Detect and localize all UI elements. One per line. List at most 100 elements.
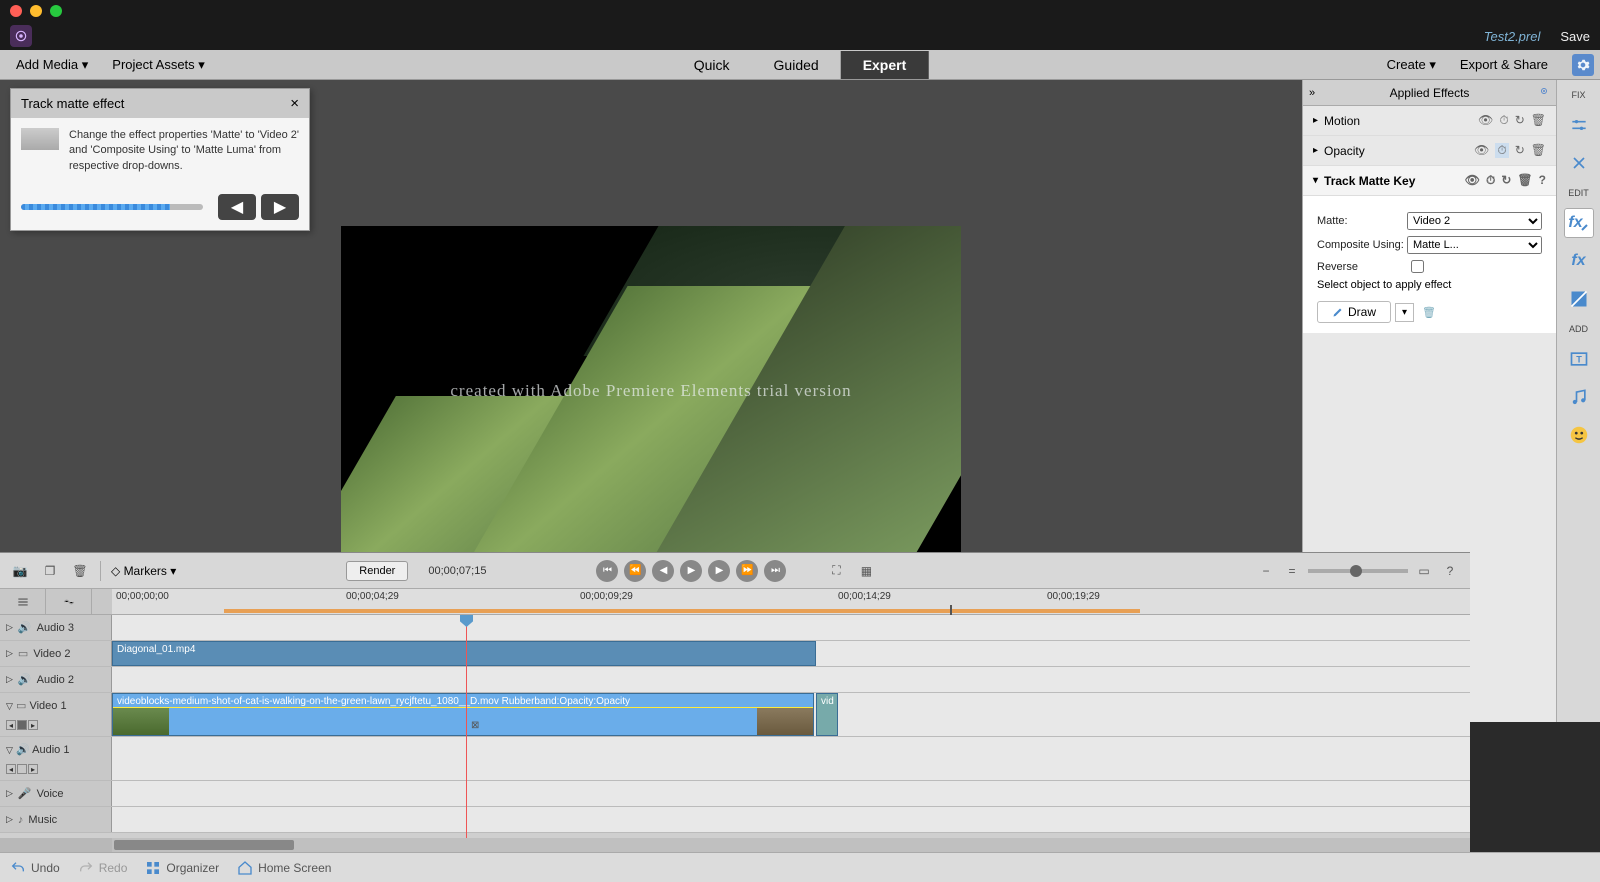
tab-expert[interactable]: Expert xyxy=(841,51,929,79)
play-icon[interactable]: ▶ xyxy=(680,560,702,582)
reverse-checkbox[interactable] xyxy=(1411,260,1424,273)
redo-button[interactable]: Redo xyxy=(78,860,128,876)
prev-frame-icon[interactable]: ◀ xyxy=(652,560,674,582)
keyframe-toggle-icon[interactable] xyxy=(1538,85,1550,100)
add-media-menu[interactable]: Add Media ▾ xyxy=(6,53,98,77)
stopwatch-icon[interactable]: ⏱ xyxy=(1486,173,1495,188)
document-filename: Test2.prel xyxy=(1484,29,1541,44)
track-video2[interactable]: ▷▭Video 2 xyxy=(0,641,112,666)
marker-line[interactable] xyxy=(950,605,952,615)
zoom-fit-icon[interactable]: = xyxy=(1282,561,1302,581)
undo-button[interactable]: Undo xyxy=(10,860,60,876)
trash-icon[interactable]: 🗑 xyxy=(1531,143,1546,158)
step-fwd-icon[interactable]: ⏩ xyxy=(736,560,758,582)
save-button[interactable]: Save xyxy=(1560,29,1590,44)
close-icon[interactable]: × xyxy=(290,95,299,112)
track-audio2[interactable]: ▷🔊Audio 2 xyxy=(0,667,112,692)
zoom-slider[interactable] xyxy=(1308,569,1408,573)
effect-track-matte-key[interactable]: ▾ Track Matte Key 👁 ⏱ ↻ 🗑 ? xyxy=(1303,166,1556,196)
track-audio1[interactable]: ▽ 🔊 Audio 1◂▸ xyxy=(0,737,112,780)
step-back-icon[interactable]: ⏪ xyxy=(624,560,646,582)
trash-icon[interactable]: 🗑 xyxy=(1517,173,1532,188)
timeline-panel: 📷 ❐ 🗑 ◇ Markers ▾ Render 00;00;07;15 ⏮ ⏪… xyxy=(0,552,1470,852)
create-menu[interactable]: Create ▾ xyxy=(1377,53,1446,77)
fullscreen-icon[interactable]: ⛶ xyxy=(826,561,846,581)
tab-quick[interactable]: Quick xyxy=(672,51,752,79)
adjust-icon[interactable] xyxy=(1564,110,1594,140)
effects-icon[interactable]: fx xyxy=(1564,208,1594,238)
window-traffic-lights[interactable] xyxy=(10,5,62,17)
time-ruler[interactable]: 00;00;00;00 00;00;04;29 00;00;09;29 00;0… xyxy=(112,589,1470,614)
composite-select[interactable]: Matte L... xyxy=(1407,236,1542,254)
graphics-icon[interactable] xyxy=(1564,420,1594,450)
music-icon[interactable] xyxy=(1564,382,1594,412)
clip-diagonal[interactable]: Diagonal_01.mp4 xyxy=(112,641,816,666)
tooltip-title: Track matte effect xyxy=(21,96,124,111)
preferences-icon[interactable] xyxy=(1572,54,1594,76)
safe-margins-icon[interactable]: ▦ xyxy=(856,561,876,581)
tab-guided[interactable]: Guided xyxy=(752,51,841,79)
clip-vid[interactable]: vid xyxy=(816,693,838,736)
stopwatch-icon[interactable]: ⏱ xyxy=(1499,113,1508,128)
tooltip-thumbnail xyxy=(21,128,59,150)
app-icon xyxy=(10,25,32,47)
tool-rail: FIX EDIT fx fx ADD T xyxy=(1556,80,1600,722)
draw-dropdown[interactable]: ▾ xyxy=(1395,303,1414,322)
effect-opacity[interactable]: ▸ Opacity 👁 ⏱ ↻ 🗑 xyxy=(1303,136,1556,166)
eye-icon[interactable]: 👁 xyxy=(1465,173,1480,188)
timeline-mode-2[interactable] xyxy=(46,589,92,614)
project-assets-menu[interactable]: Project Assets ▾ xyxy=(102,53,215,77)
matte-label: Matte: xyxy=(1317,215,1407,227)
track-video1[interactable]: ▽ ▭ Video 1◂▸ xyxy=(0,693,112,736)
panel-expand-icon[interactable]: » xyxy=(1309,87,1315,99)
program-monitor[interactable]: created with Adobe Premiere Elements tri… xyxy=(341,226,961,576)
zoom-out-icon[interactable]: − xyxy=(1256,561,1276,581)
eye-icon[interactable]: 👁 xyxy=(1478,113,1493,128)
current-timecode[interactable]: 00;00;07;15 xyxy=(428,565,486,577)
fx-icon[interactable]: fx xyxy=(1564,246,1594,276)
select-object-label: Select object to apply effect xyxy=(1317,279,1542,291)
snapshot-icon[interactable]: 📷 xyxy=(10,561,30,581)
effect-motion[interactable]: ▸ Motion 👁 ⏱ ↻ 🗑 xyxy=(1303,106,1556,136)
render-button[interactable]: Render xyxy=(346,561,408,581)
organizer-button[interactable]: Organizer xyxy=(145,860,219,876)
timeline-scrollbar[interactable] xyxy=(0,838,1470,852)
help-icon[interactable]: ? xyxy=(1539,173,1546,188)
reset-icon[interactable]: ↻ xyxy=(1515,143,1525,158)
track-audio3[interactable]: ▷🔊Audio 3 xyxy=(0,615,112,640)
track-music[interactable]: ▷♪Music xyxy=(0,807,112,832)
svg-text:T: T xyxy=(1576,354,1582,364)
composite-label: Composite Using: xyxy=(1317,239,1407,251)
track-voice[interactable]: ▷🎤Voice xyxy=(0,781,112,806)
draw-button[interactable]: Draw xyxy=(1317,301,1391,323)
help-icon[interactable]: ? xyxy=(1440,561,1460,581)
clear-mask-icon[interactable]: 🗑 xyxy=(1422,306,1436,319)
reset-icon[interactable]: ↻ xyxy=(1501,173,1511,188)
reverse-label: Reverse xyxy=(1317,261,1407,273)
eye-icon[interactable]: 👁 xyxy=(1474,143,1489,158)
goto-end-icon[interactable]: ⏭ xyxy=(764,560,786,582)
markers-menu[interactable]: ◇ Markers ▾ xyxy=(111,564,176,578)
clip-cat-video[interactable]: videoblocks-medium-shot-of-cat-is-walkin… xyxy=(112,693,814,736)
stopwatch-icon[interactable]: ⏱ xyxy=(1495,143,1508,158)
titles-icon[interactable]: T xyxy=(1564,344,1594,374)
tooltip-prev-button[interactable]: ◀ xyxy=(218,194,256,220)
goto-start-icon[interactable]: ⏮ xyxy=(596,560,618,582)
transitions-icon[interactable] xyxy=(1564,284,1594,314)
matte-select[interactable]: Video 2 xyxy=(1407,212,1542,230)
export-share-button[interactable]: Export & Share xyxy=(1450,53,1558,76)
delete-icon[interactable]: 🗑 xyxy=(70,561,90,581)
home-screen-button[interactable]: Home Screen xyxy=(237,860,331,876)
trash-icon[interactable]: 🗑 xyxy=(1531,113,1546,128)
tooltip-progress xyxy=(21,204,203,210)
work-area-bar[interactable] xyxy=(224,609,1140,613)
tools-icon[interactable] xyxy=(1564,148,1594,178)
next-frame-icon[interactable]: ▶ xyxy=(708,560,730,582)
zoom-in-icon[interactable]: ▭ xyxy=(1414,561,1434,581)
freeze-frame-icon[interactable]: ❐ xyxy=(40,561,60,581)
reset-icon[interactable]: ↻ xyxy=(1515,113,1525,128)
tooltip-next-button[interactable]: ▶ xyxy=(261,194,299,220)
timeline-mode-1[interactable] xyxy=(0,589,46,614)
trial-watermark: created with Adobe Premiere Elements tri… xyxy=(341,381,961,401)
playhead[interactable] xyxy=(466,615,467,838)
